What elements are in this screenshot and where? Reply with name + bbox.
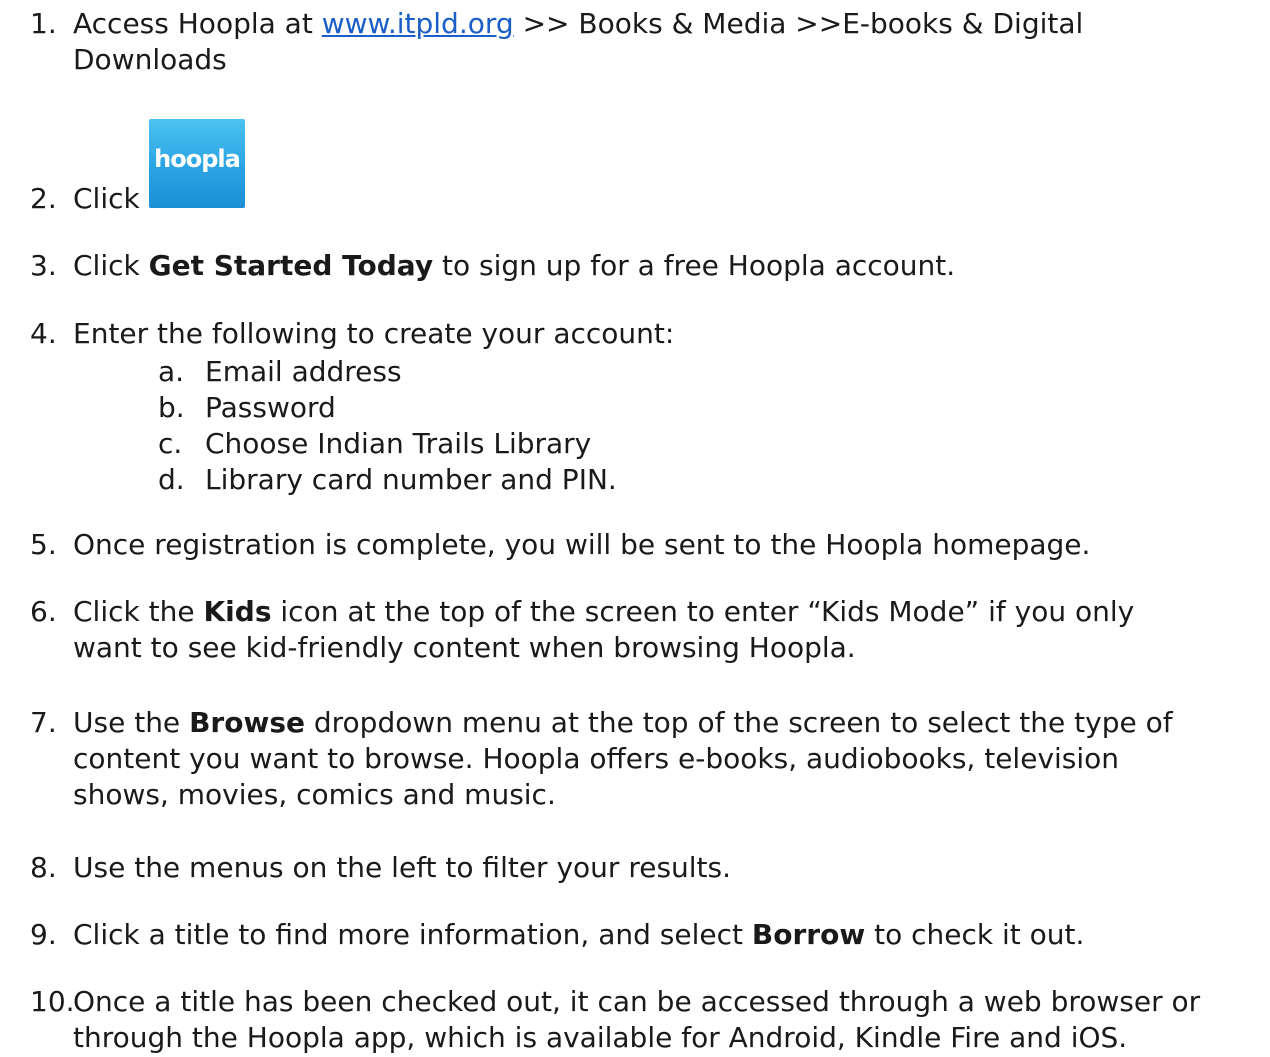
step-text: >> Books & Media >>E-books & Digital <box>513 7 1084 40</box>
step-text: Once a title has been checked out, it ca… <box>73 985 1201 1018</box>
step-number: 4. <box>30 317 57 350</box>
step-text: Click the <box>73 595 204 628</box>
step-number: 5. <box>30 528 57 561</box>
borrow-label: Borrow <box>751 918 866 951</box>
browse-label: Browse <box>189 706 305 739</box>
step-text: icon at the top of the screen to enter “… <box>271 595 1135 628</box>
step-text: dropdown menu at the top of the screen t… <box>304 706 1173 739</box>
step-text: to check it out. <box>865 918 1085 951</box>
step-number: 9. <box>30 918 57 951</box>
step-number: 8. <box>30 851 57 884</box>
step-number: 2. <box>30 182 57 215</box>
step-text: to sign up for a free Hoopla account. <box>433 249 956 282</box>
itpld-link[interactable]: www.itpld.org <box>322 7 514 40</box>
step-text: Enter the following to create your accou… <box>73 317 675 350</box>
list-item: c. Choose Indian Trails Library <box>158 427 592 460</box>
step-text: Click <box>73 249 149 282</box>
account-fields-list: a. Email address b. Password c. Choose Indi… <box>158 354 617 498</box>
step-text: Click <box>73 182 140 215</box>
step-text-line3: shows, movies, comics and music. <box>73 778 556 811</box>
list-item: a. Email address <box>158 355 402 388</box>
step-text-line2: through the Hoopla app, which is availab… <box>73 1021 1128 1054</box>
step-number: 3. <box>30 249 57 282</box>
step-text: Access Hoopla at <box>73 7 322 40</box>
hoopla-logo-icon[interactable]: hoopla <box>149 119 245 208</box>
step-number: 10. <box>30 985 75 1018</box>
svg-text:hoopla: hoopla <box>154 145 240 173</box>
step-text: Use the menus on the left to filter your… <box>73 851 732 884</box>
step-number: 1. <box>30 7 57 40</box>
step-text-line2: content you want to browse. Hoopla offer… <box>73 742 1120 775</box>
step-text-line2: want to see kid-friendly content when br… <box>73 631 856 664</box>
step-text-line2: Downloads <box>73 43 227 76</box>
step-text: Once registration is complete, you will … <box>73 528 1091 561</box>
step-text: Use the <box>73 706 190 739</box>
step-text: Click a title to find more information, … <box>73 918 752 951</box>
step-number: 6. <box>30 595 57 628</box>
list-item: b. Password <box>158 391 336 424</box>
step-number: 7. <box>30 706 57 739</box>
kids-label: Kids <box>203 595 272 628</box>
get-started-today-label: Get Started Today <box>148 249 434 282</box>
list-item: d. Library card number and PIN. <box>158 463 617 496</box>
